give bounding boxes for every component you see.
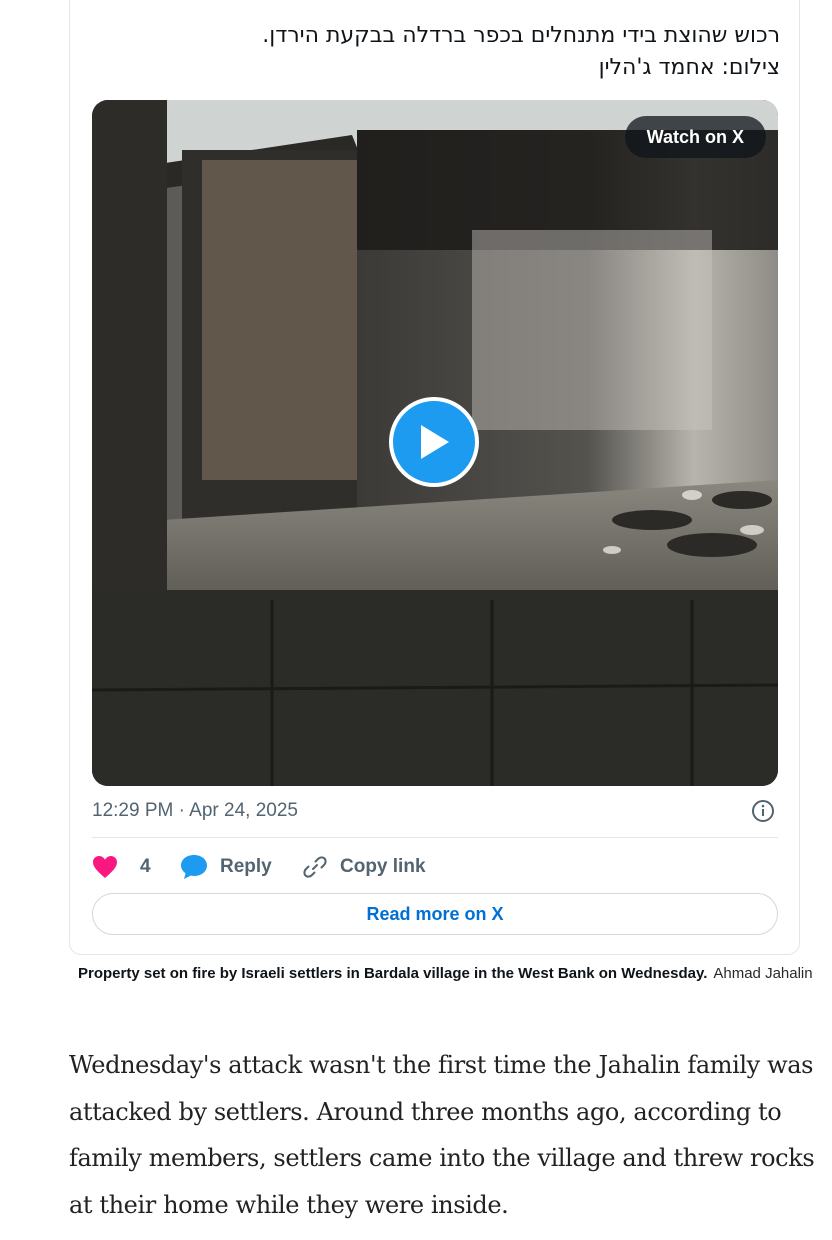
tweet-text-line-1: רכוש שהוצת בידי מתנחלים בכפר ברדלה בבקעת… [262,23,780,48]
tweet-text-line-2: צילום: אחמד ג'הלין [598,55,780,80]
tweet-actions: 4 Reply Copy link [92,851,778,883]
watch-on-x-button[interactable]: Watch on X [624,116,766,158]
info-icon[interactable] [751,799,775,823]
like-count: 4 [140,856,151,877]
copy-link-label: Copy link [340,856,426,877]
copy-link-button[interactable]: Copy link [302,851,426,883]
like-button[interactable]: 4 [92,851,151,883]
heart-icon [93,856,117,878]
read-more-button[interactable]: Read more on X [92,893,778,935]
image-caption: Property set on fire by Israeli settlers… [78,960,818,988]
play-button[interactable] [389,397,479,487]
reply-label: Reply [220,856,272,877]
photo-credit: Ahmad Jahalin [713,965,813,982]
article-paragraph: Wednesday's attack wasn't the first time… [69,1051,815,1219]
tweet-text: רכוש שהוצת בידי מתנחלים בכפר ברדלה בבקעת… [130,20,780,84]
tweet-divider [92,837,778,838]
reply-button[interactable]: Reply [180,851,272,883]
caption-text: Property set on fire by Israeli settlers… [78,965,708,982]
tweet-timestamp[interactable]: 12:29 PM · Apr 24, 2025 [92,800,298,822]
play-icon [421,425,449,459]
tweet-video[interactable]: Watch on X [92,100,778,786]
link-icon [303,856,327,878]
reply-bubble-icon [181,855,207,879]
